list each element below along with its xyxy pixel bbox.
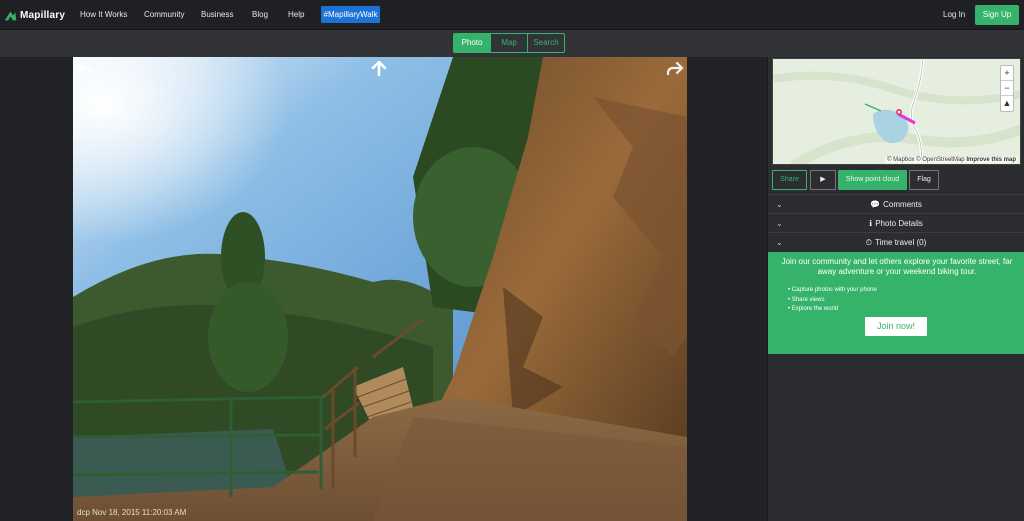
photo-details-toggle[interactable]: ⌄ ℹ Photo Details bbox=[768, 213, 1024, 232]
comments-icon: 💬 bbox=[870, 200, 881, 209]
rotate-left-icon[interactable] bbox=[76, 60, 94, 78]
comments-toggle[interactable]: ⌄ 💬 Comments bbox=[768, 194, 1024, 213]
info-icon: ℹ bbox=[869, 219, 873, 228]
cta-bullet: Explore the world bbox=[788, 305, 877, 315]
side-panel: + − ▲ © Mapbox © OpenStreetMap Improve t… bbox=[767, 57, 1024, 521]
nav-blog[interactable]: Blog bbox=[252, 10, 268, 19]
time-travel-label: Time travel (0) bbox=[874, 238, 927, 247]
tab-photo[interactable]: Photo bbox=[454, 34, 491, 52]
nav-mapillarywalk-badge[interactable]: #MapillaryWalk bbox=[321, 6, 380, 23]
signup-button[interactable]: Sign Up bbox=[975, 5, 1019, 25]
chevron-down-icon: ⌄ bbox=[776, 219, 783, 228]
tab-search[interactable]: Search bbox=[528, 34, 564, 52]
clock-icon: ⏱ bbox=[865, 238, 872, 247]
point-cloud-button[interactable]: Show point cloud bbox=[838, 170, 907, 190]
share-button[interactable]: Share bbox=[772, 170, 807, 190]
mini-map[interactable]: + − ▲ © Mapbox © OpenStreetMap Improve t… bbox=[772, 58, 1021, 165]
photo-details-label: Photo Details bbox=[875, 219, 923, 228]
move-forward-icon[interactable] bbox=[370, 59, 388, 77]
mapillary-logo-icon bbox=[4, 10, 17, 20]
tab-map[interactable]: Map bbox=[491, 34, 528, 52]
rotate-right-icon[interactable] bbox=[666, 60, 684, 78]
nav-how-it-works[interactable]: How It Works bbox=[80, 10, 127, 19]
street-photo[interactable]: dcp Nov 18, 2015 11:20:03 AM bbox=[73, 57, 687, 521]
photo-scene bbox=[73, 57, 687, 521]
details-accordion: ⌄ 💬 Comments ⌄ ℹ Photo Details ⌄ ⏱ Time tra… bbox=[768, 194, 1024, 251]
zoom-in-button[interactable]: + bbox=[1001, 66, 1013, 81]
nav-help[interactable]: Help bbox=[288, 10, 304, 19]
map-attribution: © Mapbox © OpenStreetMap Improve this ma… bbox=[885, 157, 1018, 163]
chevron-down-icon: ⌄ bbox=[776, 238, 783, 247]
map-tiles bbox=[773, 59, 1020, 164]
nav-community[interactable]: Community bbox=[144, 10, 184, 19]
photo-viewer: dcp Nov 18, 2015 11:20:03 AM bbox=[0, 57, 767, 521]
photo-metadata: dcp Nov 18, 2015 11:20:03 AM bbox=[77, 508, 187, 517]
zoom-out-button[interactable]: − bbox=[1001, 81, 1013, 96]
view-toggle-bar: Photo Map Search bbox=[0, 30, 1024, 57]
map-attribution-text: © Mapbox © OpenStreetMap bbox=[887, 157, 965, 163]
view-toggle-group: Photo Map Search bbox=[453, 33, 565, 53]
brand-logo[interactable]: Mapillary bbox=[4, 7, 65, 23]
top-nav: Mapillary How It Works Community Busines… bbox=[0, 0, 1024, 30]
join-community-banner: Join our community and let others explor… bbox=[768, 252, 1024, 354]
comments-label: Comments bbox=[883, 200, 922, 209]
cta-bullet: Share views bbox=[788, 296, 877, 306]
map-zoom-controls: + − ▲ bbox=[1000, 65, 1014, 112]
nav-business[interactable]: Business bbox=[201, 10, 233, 19]
cta-bullets: Capture photos with your phone Share vie… bbox=[788, 286, 877, 315]
chevron-down-icon: ⌄ bbox=[776, 200, 783, 209]
time-travel-toggle[interactable]: ⌄ ⏱ Time travel (0) bbox=[768, 232, 1024, 251]
cta-title: Join our community and let others explor… bbox=[781, 257, 1013, 276]
brand-name: Mapillary bbox=[20, 9, 66, 21]
flag-button[interactable]: Flag bbox=[909, 170, 939, 190]
compass-icon[interactable]: ▲ bbox=[1001, 96, 1013, 111]
join-now-button[interactable]: Join now! bbox=[865, 317, 927, 336]
improve-map-link[interactable]: Improve this map bbox=[966, 157, 1016, 163]
cta-bullet: Capture photos with your phone bbox=[788, 286, 877, 296]
play-button[interactable]: ▶ bbox=[810, 170, 836, 190]
login-link[interactable]: Log In bbox=[943, 10, 965, 19]
